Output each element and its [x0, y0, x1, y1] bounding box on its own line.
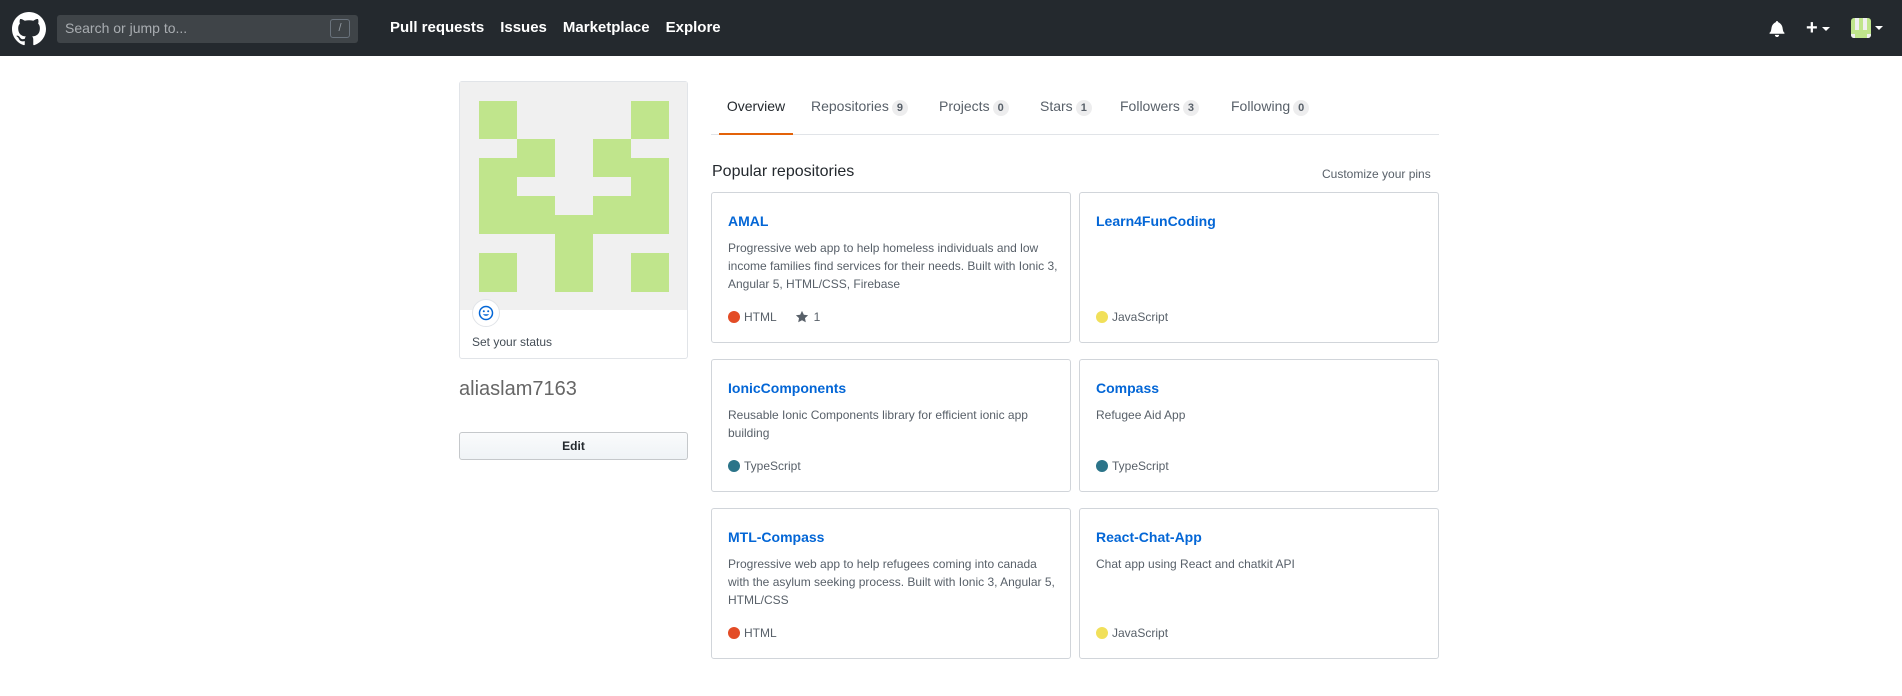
tab-label: Repositories: [811, 98, 889, 114]
nav-issues[interactable]: Issues: [500, 19, 547, 36]
repo-name-link[interactable]: MTL-Compass: [728, 529, 824, 545]
repo-language: TypeScript: [1112, 459, 1169, 473]
user-menu-button[interactable]: [1851, 18, 1883, 38]
avatar: [1851, 18, 1871, 38]
repo-description: Progressive web app to help refugees com…: [728, 557, 1055, 607]
tab-counter: 1: [1075, 100, 1092, 116]
nav-marketplace[interactable]: Marketplace: [563, 19, 650, 36]
repo-card: MTL-Compass Progressive web app to help …: [711, 508, 1071, 659]
repo-language: HTML: [744, 310, 777, 324]
create-new-button[interactable]: +: [1806, 17, 1830, 39]
repo-language: TypeScript: [744, 459, 801, 473]
customize-pins-link[interactable]: Customize your pins: [1322, 167, 1431, 181]
search-input[interactable]: [65, 20, 315, 36]
chevron-down-icon: [1875, 26, 1883, 30]
language-color-dot: [1096, 460, 1108, 472]
star-icon: [795, 310, 808, 323]
language-color-dot: [728, 627, 740, 639]
tab-overview[interactable]: Overview: [719, 98, 793, 135]
repo-meta: HTML: [728, 626, 777, 640]
repo-name-link[interactable]: AMAL: [728, 213, 768, 229]
repo-meta: TypeScript: [728, 459, 801, 473]
popular-repositories-heading: Popular repositories: [712, 163, 855, 180]
language-color-dot: [728, 460, 740, 472]
profile-avatar-card[interactable]: Set your status: [459, 81, 688, 359]
search-box[interactable]: /: [57, 15, 358, 43]
tab-counter: 9: [891, 100, 908, 116]
main-nav: Pull requests Issues Marketplace Explore: [390, 19, 721, 36]
repo-language: JavaScript: [1112, 626, 1169, 640]
repo-name-link[interactable]: React-Chat-App: [1096, 529, 1202, 545]
top-navbar: / Pull requests Issues Marketplace Explo…: [0, 0, 1902, 56]
tab-label: Overview: [726, 98, 786, 114]
profile-tabs: Overview Repositories 9 Projects 0 Stars 1 …: [711, 98, 1439, 135]
repo-language: JavaScript: [1112, 310, 1169, 324]
notifications-bell-icon[interactable]: [1769, 20, 1785, 37]
tab-label: Followers: [1120, 98, 1180, 114]
repo-meta: HTML 1: [728, 310, 820, 324]
repo-language: HTML: [744, 626, 777, 640]
repo-star-count: 1: [813, 310, 821, 324]
repo-name-link[interactable]: IonicComponents: [728, 380, 846, 396]
repo-description: Chat app using React and chatkit API: [1096, 557, 1295, 571]
repo-meta: JavaScript: [1096, 626, 1168, 640]
tab-label: Projects: [939, 98, 990, 114]
tab-label: Stars: [1040, 98, 1073, 114]
repo-card: AMAL Progressive web app to help homeles…: [711, 192, 1071, 343]
repo-meta: JavaScript: [1096, 310, 1168, 324]
repo-card: React-Chat-App Chat app using React and …: [1079, 508, 1439, 659]
repo-meta: TypeScript: [1096, 459, 1169, 473]
profile-identicon-avatar: [460, 82, 687, 310]
tab-counter: 0: [1293, 100, 1310, 116]
tab-followers[interactable]: Followers 3: [1120, 98, 1200, 135]
tab-counter: 3: [1182, 100, 1200, 116]
set-status-emoji-button[interactable]: [472, 299, 500, 327]
repo-description: Progressive web app to help homeless ind…: [728, 241, 1058, 291]
tab-repositories[interactable]: Repositories 9: [811, 98, 908, 135]
profile-username: aliaslam7163: [459, 378, 577, 400]
github-logo-icon[interactable]: [12, 12, 46, 46]
repo-card: Compass Refugee Aid App TypeScript: [1079, 359, 1439, 492]
search-shortcut-key: /: [330, 19, 350, 38]
tab-label: Following: [1231, 98, 1291, 114]
repo-description: Refugee Aid App: [1096, 408, 1186, 422]
repo-stars-link[interactable]: 1: [795, 310, 821, 324]
tab-following[interactable]: Following 0: [1231, 98, 1310, 135]
nav-explore[interactable]: Explore: [666, 19, 721, 36]
tab-projects[interactable]: Projects 0: [939, 98, 1009, 135]
repo-card: Learn4FunCoding JavaScript: [1079, 192, 1439, 343]
repo-description: Reusable Ionic Components library for ef…: [728, 408, 1028, 440]
tab-stars[interactable]: Stars 1: [1040, 98, 1092, 135]
chevron-down-icon: [1821, 26, 1830, 31]
repo-card: IonicComponents Reusable Ionic Component…: [711, 359, 1071, 492]
set-status-label[interactable]: Set your status: [472, 335, 552, 349]
nav-pull-requests[interactable]: Pull requests: [390, 19, 484, 36]
smiley-icon: [478, 305, 494, 321]
language-color-dot: [1096, 627, 1108, 639]
language-color-dot: [728, 311, 740, 323]
language-color-dot: [1096, 311, 1108, 323]
repo-name-link[interactable]: Learn4FunCoding: [1096, 213, 1216, 229]
edit-profile-button[interactable]: Edit: [459, 432, 688, 460]
repo-name-link[interactable]: Compass: [1096, 380, 1159, 396]
plus-icon: +: [1806, 17, 1818, 39]
tab-counter: 0: [992, 100, 1009, 116]
